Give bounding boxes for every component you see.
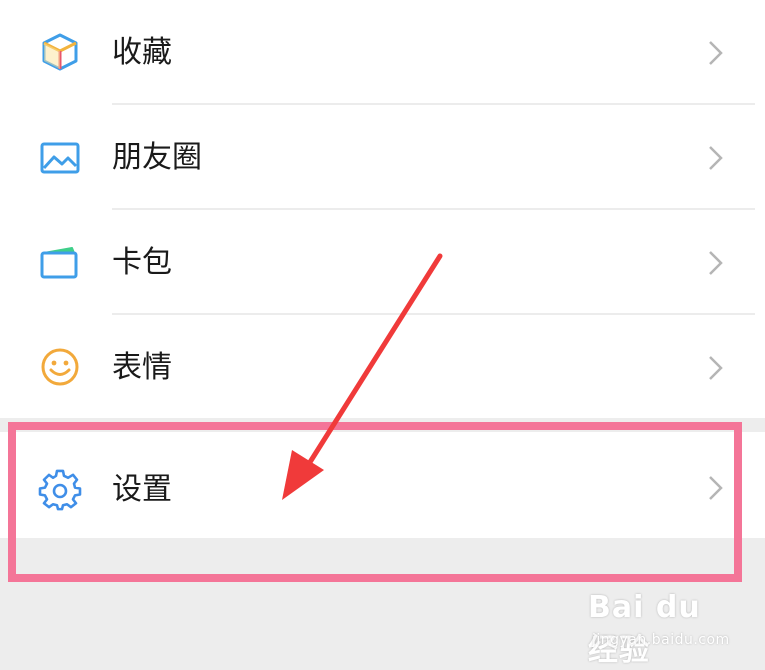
- menu-item-label: 设置: [112, 472, 172, 507]
- chevron-right-icon: [703, 354, 727, 382]
- gear-icon: [38, 468, 82, 512]
- card-wallet-icon: [38, 241, 82, 285]
- menu-item-label: 收藏: [112, 35, 172, 70]
- chevron-right-icon: [703, 39, 727, 67]
- menu-item-favorites[interactable]: 收藏: [0, 0, 765, 105]
- menu-item-settings[interactable]: 设置: [0, 432, 765, 538]
- menu-item-label: 表情: [112, 350, 172, 385]
- menu-item-label: 朋友圈: [112, 140, 202, 175]
- smiley-icon: [38, 345, 82, 389]
- photo-icon: [38, 136, 82, 180]
- baidu-jingyan-watermark: Bai du 经验 jingyan.baidu.com: [588, 590, 738, 668]
- menu-item-moments[interactable]: 朋友圈: [0, 105, 765, 210]
- watermark-url: jingyan.baidu.com: [592, 632, 730, 648]
- chevron-right-icon: [703, 249, 727, 277]
- chevron-right-icon: [703, 144, 727, 172]
- watermark-brand: Bai du 经验: [588, 590, 701, 668]
- menu-item-card-wallet[interactable]: 卡包: [0, 210, 765, 315]
- chevron-right-icon: [703, 474, 727, 502]
- cube-icon: [38, 30, 82, 74]
- menu-item-label: 卡包: [112, 245, 172, 280]
- group-separator: [0, 418, 765, 432]
- menu-item-stickers[interactable]: 表情: [0, 315, 765, 418]
